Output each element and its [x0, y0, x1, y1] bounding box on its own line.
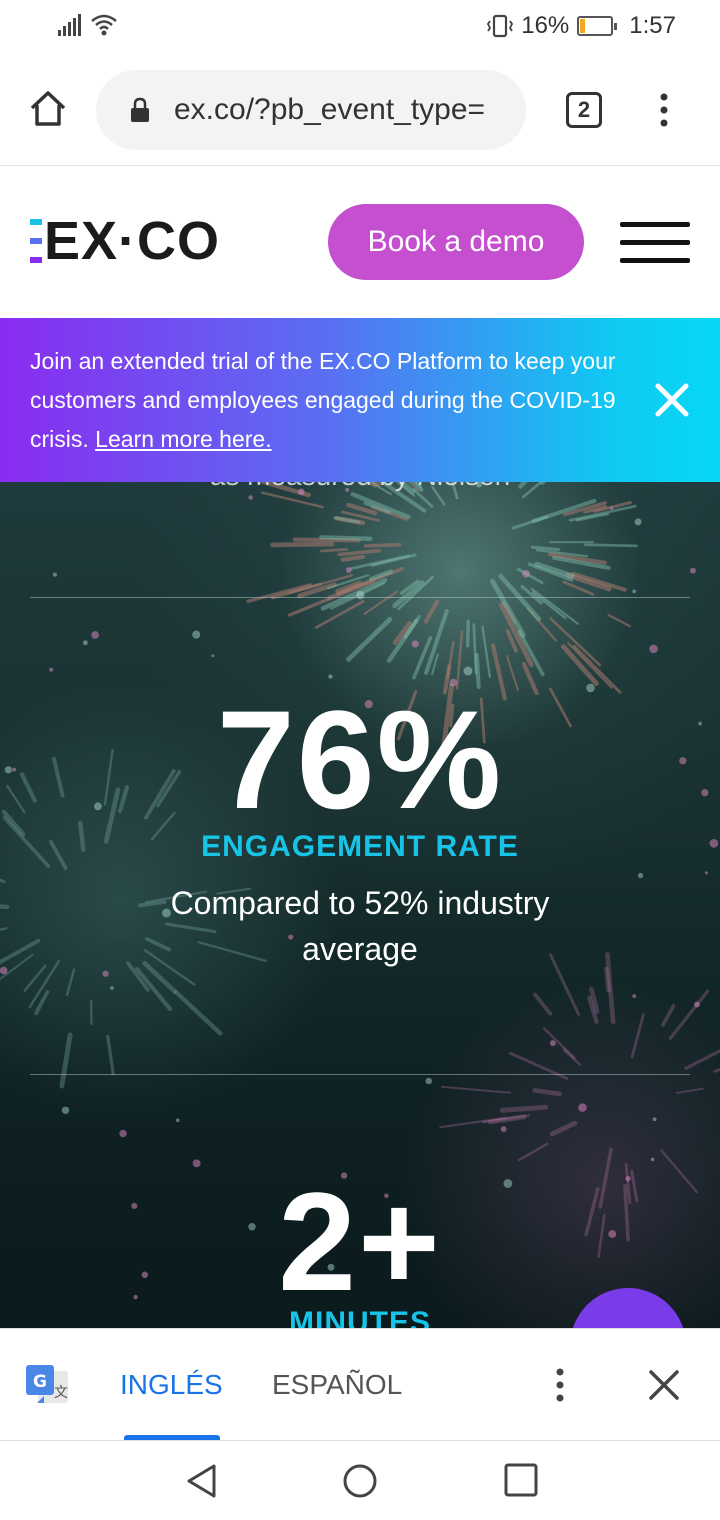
home-icon[interactable]: [28, 88, 68, 128]
divider: [30, 1074, 690, 1075]
stat-description: Compared to 52% industry average: [170, 885, 550, 967]
close-icon[interactable]: [648, 1369, 680, 1401]
address-bar[interactable]: ex.co/?pb_event_type=: [96, 70, 526, 150]
close-icon[interactable]: [654, 382, 690, 418]
translate-bar: G 文 INGLÉS ESPAÑOL: [0, 1328, 720, 1441]
tab-source-language[interactable]: INGLÉS: [120, 1369, 223, 1401]
status-bar: 16% 1:57: [0, 0, 720, 54]
lock-icon: [131, 97, 149, 122]
url-text: ex.co/?pb_event_type=: [174, 93, 486, 126]
svg-text:G: G: [33, 1372, 47, 1392]
divider: [30, 597, 690, 598]
exco-logo[interactable]: EX·CO: [30, 211, 221, 271]
system-nav-bar: [0, 1440, 720, 1520]
site-header: EX·CO Book a demo: [0, 166, 720, 318]
back-icon[interactable]: [184, 1463, 220, 1499]
wifi-icon: [91, 14, 117, 36]
stat-label: ENGAGEMENT RATE: [201, 830, 519, 863]
more-vert-icon[interactable]: [548, 1367, 572, 1403]
tab-count: 2: [577, 97, 591, 122]
covid-banner: Join an extended trial of the EX.CO Plat…: [0, 318, 720, 482]
nav-home-icon[interactable]: [342, 1463, 378, 1499]
vibrate-icon: [487, 14, 514, 38]
battery-percent: 16%: [521, 12, 570, 39]
cut-off-text: as measured by Nielsen: [0, 482, 720, 492]
learn-more-link[interactable]: Learn more here.: [95, 426, 271, 452]
clock: 1:57: [629, 12, 676, 39]
signal-icon: [58, 14, 81, 36]
screen: 16% 1:57 ex.co/?pb_event_type= 2 EX·CO B…: [0, 0, 720, 1520]
stat-value: 76%: [216, 681, 504, 838]
hero-stats-section: as measured by Nielsen 76% ENGAGEMENT RA…: [0, 482, 720, 1328]
google-translate-icon: G 文: [26, 1365, 68, 1403]
logo-text: EX·CO: [44, 211, 221, 271]
svg-text:文: 文: [54, 1385, 68, 1401]
tabs-button[interactable]: 2: [566, 92, 602, 128]
tab-target-language[interactable]: ESPAÑOL: [272, 1369, 402, 1401]
more-vert-icon[interactable]: [652, 92, 676, 128]
book-demo-button[interactable]: Book a demo: [328, 204, 584, 280]
hamburger-menu-icon[interactable]: [620, 222, 690, 264]
logo-bars-icon: [30, 219, 42, 263]
banner-message: Join an extended trial of the EX.CO Plat…: [30, 342, 620, 459]
battery-icon: [577, 16, 618, 36]
recent-apps-icon[interactable]: [504, 1463, 538, 1497]
browser-toolbar: ex.co/?pb_event_type= 2: [0, 54, 720, 166]
